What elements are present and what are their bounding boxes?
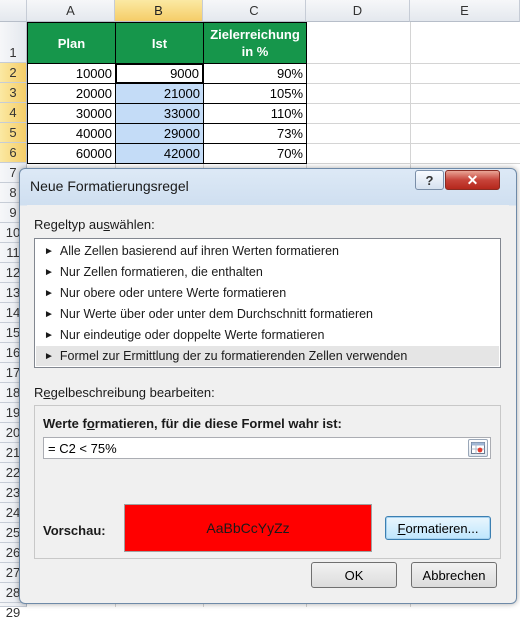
help-icon: ? <box>425 172 434 188</box>
cell-b4[interactable]: 33000 <box>115 103 204 124</box>
cell-c5[interactable]: 73% <box>203 123 307 144</box>
close-icon: ✕ <box>466 171 479 188</box>
row-header-1[interactable]: 1 <box>0 22 27 63</box>
rule-description-panel: Werte formatieren, für die diese Formel … <box>34 405 501 559</box>
rule-type-item[interactable]: ► Nur Zellen formatieren, die enthalten <box>36 262 499 282</box>
rule-description-label: Regelbeschreibung bearbeiten: <box>34 385 215 400</box>
column-header-b[interactable]: B <box>115 0 203 22</box>
formula-text: = C2 < 75% <box>48 440 117 456</box>
column-header-e[interactable]: E <box>410 0 520 22</box>
arrow-right-icon: ► <box>44 308 54 320</box>
rule-type-item[interactable]: ► Nur obere oder untere Werte formatieren <box>36 283 499 303</box>
zielerreichung-line1: Zielerreichung <box>210 27 300 42</box>
ok-button[interactable]: OK <box>311 562 397 588</box>
range-select-button[interactable] <box>468 439 488 457</box>
column-header-d[interactable]: D <box>306 0 410 22</box>
cell-a5[interactable]: 40000 <box>27 123 116 144</box>
label-part: gelbeschreibung bearbeiten: <box>50 385 215 400</box>
cell-c3[interactable]: 105% <box>203 83 307 104</box>
cell-c4[interactable]: 110% <box>203 103 307 124</box>
format-preview: AaBbCcYyZz <box>124 504 372 552</box>
label-part: Regeltyp au <box>34 217 104 232</box>
cell-a6[interactable]: 60000 <box>27 143 116 164</box>
button-part: F <box>397 520 406 536</box>
rule-type-item[interactable]: ► Nur Werte über oder unter dem Durchschn… <box>36 304 499 324</box>
dialog-titlebar[interactable]: Neue Formatierungsregel ? ✕ <box>20 169 516 203</box>
dialog-title: Neue Formatierungsregel <box>30 178 189 194</box>
arrow-right-icon: ► <box>44 350 54 362</box>
cancel-button[interactable]: Abbrechen <box>411 562 497 588</box>
preview-text: AaBbCcYyZz <box>206 520 290 536</box>
arrow-right-icon: ► <box>44 329 54 341</box>
row-header-3[interactable]: 3 <box>0 83 27 103</box>
cell-a1-plan[interactable]: Plan <box>27 22 116 64</box>
preview-label: Vorschau: <box>43 523 106 538</box>
cell-b3[interactable]: 21000 <box>115 83 204 104</box>
label-part: wählen: <box>109 217 155 232</box>
label-part: o <box>86 416 95 431</box>
rule-type-text: Nur Zellen formatieren, die enthalten <box>59 265 263 279</box>
help-button[interactable]: ? <box>415 170 444 190</box>
column-header-c[interactable]: C <box>203 0 306 22</box>
rule-type-item-selected[interactable]: ► Formel zur Ermittlung der zu formatiere… <box>36 346 499 366</box>
format-button[interactable]: Formatieren... <box>385 516 491 540</box>
rule-type-list[interactable]: ► Alle Zellen basierend auf ihren Werten … <box>34 238 501 368</box>
new-formatting-rule-dialog: Neue Formatierungsregel ? ✕ Regeltyp aus… <box>19 168 517 604</box>
select-all-corner[interactable] <box>0 0 27 22</box>
cell-a3[interactable]: 20000 <box>27 83 116 104</box>
dialog-client-area: Regeltyp auswählen: ► Alle Zellen basiere… <box>27 205 509 597</box>
rule-type-item[interactable]: ► Alle Zellen basierend auf ihren Werten … <box>36 241 499 261</box>
row-header-5[interactable]: 5 <box>0 123 27 143</box>
button-part: ormatieren... <box>405 520 479 536</box>
label-part: rmatieren, für die diese Formel wahr ist… <box>94 416 342 431</box>
label-part: R <box>34 385 44 400</box>
row-header-6[interactable]: 6 <box>0 143 27 163</box>
arrow-right-icon: ► <box>44 245 54 257</box>
arrow-right-icon: ► <box>44 287 54 299</box>
close-button[interactable]: ✕ <box>445 170 500 190</box>
rule-type-text: Nur Werte über oder unter dem Durchschni… <box>59 307 374 321</box>
rule-type-text: Alle Zellen basierend auf ihren Werten f… <box>59 244 339 258</box>
rule-type-text: Formel zur Ermittlung der zu formatieren… <box>59 349 408 363</box>
cell-b1-ist[interactable]: Ist <box>115 22 204 64</box>
range-select-icon <box>471 442 485 454</box>
column-header-a[interactable]: A <box>27 0 115 22</box>
rule-type-label: Regeltyp auswählen: <box>34 217 155 232</box>
formula-heading: Werte formatieren, für die diese Formel … <box>43 416 342 431</box>
cell-b5[interactable]: 29000 <box>115 123 204 144</box>
rule-type-text: Nur eindeutige oder doppelte Werte forma… <box>59 328 325 342</box>
row-header-2[interactable]: 2 <box>0 63 27 83</box>
cell-c1-zielerreichung[interactable]: Zielerreichung in % <box>203 22 307 64</box>
formula-input[interactable]: = C2 < 75% <box>43 437 491 459</box>
cell-b6[interactable]: 42000 <box>115 143 204 164</box>
label-part: Werte f <box>43 416 87 431</box>
cell-c2[interactable]: 90% <box>203 63 307 84</box>
zielerreichung-line2: in % <box>241 44 269 59</box>
arrow-right-icon: ► <box>44 266 54 278</box>
rule-type-text: Nur obere oder untere Werte formatieren <box>59 286 287 300</box>
cell-a2[interactable]: 10000 <box>27 63 116 84</box>
cell-c6[interactable]: 70% <box>203 143 307 164</box>
cell-a4[interactable]: 30000 <box>27 103 116 124</box>
label-part: e <box>43 385 51 400</box>
cell-b2[interactable]: 9000 <box>115 63 204 84</box>
rule-type-item[interactable]: ► Nur eindeutige oder doppelte Werte form… <box>36 325 499 345</box>
row-header-4[interactable]: 4 <box>0 103 27 123</box>
